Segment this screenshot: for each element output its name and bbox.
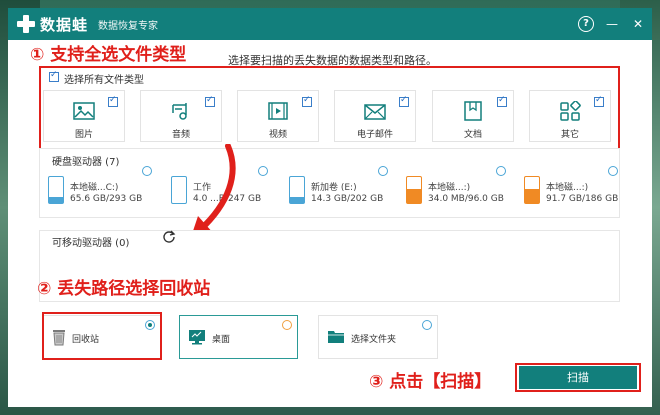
image-icon [73, 102, 95, 120]
email-icon [364, 104, 386, 120]
drive-item[interactable]: 本地磁...:) 34.0 MB/96.0 GB [406, 174, 524, 214]
scan-button[interactable]: 扫描 [519, 366, 637, 389]
drive-size: 14.3 GB/202 GB [311, 194, 384, 204]
drive-icon [524, 176, 540, 204]
image-checkbox[interactable] [108, 95, 118, 107]
app-subtitle: 数据恢复专家 [98, 20, 159, 32]
file-type-other[interactable]: 其它 [529, 90, 611, 142]
file-type-label: 文档 [463, 130, 482, 140]
hard-drive-title: 硬盘驱动器 (7) [52, 157, 120, 168]
drive-radio[interactable] [142, 166, 152, 176]
select-all-label: 选择所有文件类型 [64, 75, 144, 86]
file-type-audio[interactable]: 音频 [140, 90, 222, 142]
file-type-label: 电子邮件 [356, 130, 393, 140]
drive-name: 本地磁...:) [428, 183, 471, 193]
location-radio[interactable] [422, 320, 432, 330]
title-bar: 数据蛙 数据恢复专家 ? — ✕ [8, 8, 652, 40]
plus-logo-icon [16, 14, 36, 34]
drive-icon [48, 176, 64, 204]
video-icon [268, 102, 288, 120]
select-all-checkbox[interactable] [49, 70, 59, 82]
drive-radio[interactable] [608, 166, 618, 176]
app-name: 数据蛙 [40, 15, 89, 34]
drive-icon [406, 176, 422, 204]
drive-radio[interactable] [258, 166, 268, 176]
location-select-folder[interactable]: 选择文件夹 [318, 315, 438, 359]
audio-checkbox[interactable] [205, 95, 215, 107]
location-radio[interactable] [282, 320, 292, 330]
location-label: 选择文件夹 [351, 335, 397, 345]
recycle-bin-highlight [42, 312, 162, 360]
file-type-video[interactable]: 视频 [237, 90, 319, 142]
file-type-email[interactable]: 电子邮件 [334, 90, 416, 142]
close-button[interactable]: ✕ [630, 16, 646, 32]
drive-name: 本地磁...C:) [70, 183, 119, 193]
refresh-icon[interactable] [162, 229, 176, 243]
minimize-button[interactable]: — [604, 16, 620, 32]
other-checkbox[interactable] [594, 95, 604, 107]
drive-item[interactable]: 本地磁...:) 91.7 GB/186 GB [524, 174, 642, 214]
folder-icon [328, 331, 344, 343]
drive-size: 65.6 GB/293 GB [70, 194, 143, 204]
drive-radio[interactable] [378, 166, 388, 176]
help-icon[interactable]: ? [578, 16, 594, 32]
drive-size: 91.7 GB/186 GB [546, 194, 619, 204]
annotation-step1: ① 支持全选文件类型 [30, 45, 187, 65]
location-label: 桌面 [212, 335, 231, 345]
annotation-step2: ② 丢失路径选择回收站 [37, 279, 211, 299]
removable-drive-title: 可移动驱动器 (0) [52, 238, 130, 249]
drive-item[interactable]: 新加卷 (E:) 14.3 GB/202 GB [289, 174, 407, 214]
app-logo: 数据蛙 数据恢复专家 [16, 14, 158, 34]
video-checkbox[interactable] [302, 95, 312, 107]
email-checkbox[interactable] [399, 95, 409, 107]
document-checkbox[interactable] [497, 95, 507, 107]
desktop-icon [189, 330, 205, 345]
location-desktop[interactable]: 桌面 [179, 315, 298, 359]
document-icon [464, 101, 482, 121]
drive-name: 新加卷 (E:) [311, 183, 357, 193]
file-type-label: 视频 [268, 130, 287, 140]
file-type-label: 其它 [560, 130, 579, 140]
file-type-label: 音频 [171, 130, 190, 140]
drive-icon [289, 176, 305, 204]
music-icon [172, 103, 187, 120]
drive-size: 34.0 MB/96.0 GB [428, 194, 504, 204]
drive-icon [171, 176, 187, 204]
file-type-document[interactable]: 文档 [432, 90, 514, 142]
other-icon [560, 101, 581, 121]
file-type-label: 图片 [74, 130, 93, 140]
drive-radio[interactable] [496, 166, 506, 176]
file-type-image[interactable]: 图片 [43, 90, 125, 142]
curved-arrow-icon [190, 144, 236, 240]
drive-name: 本地磁...:) [546, 183, 589, 193]
app-window: 数据蛙 数据恢复专家 ? — ✕ ① 支持全选文件类型 选择要扫描的丢失数据的数… [8, 8, 652, 407]
drive-item[interactable]: 本地磁...C:) 65.6 GB/293 GB [48, 174, 166, 214]
annotation-step3: ③ 点击【扫描】 [369, 372, 492, 392]
